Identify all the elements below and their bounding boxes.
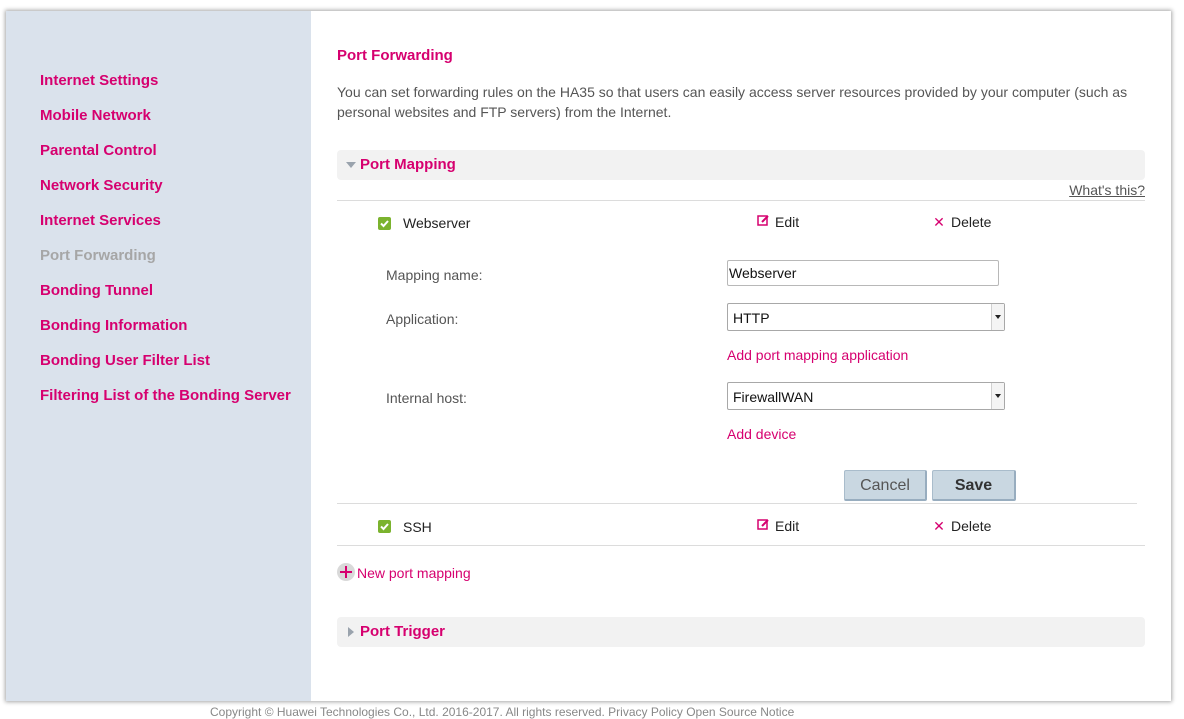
sidebar-item-bonding-tunnel[interactable]: Bonding Tunnel xyxy=(40,273,310,308)
checkbox-checked-icon[interactable] xyxy=(378,520,391,533)
delete-icon: ✕ xyxy=(933,214,945,230)
mapping-row-name: Webserver xyxy=(403,215,471,231)
footer-text: Copyright © Huawei Technologies Co., Ltd… xyxy=(210,705,795,719)
chevron-right-icon xyxy=(348,627,354,637)
main-content: Port Forwarding You can set forwarding r… xyxy=(311,11,1171,701)
dropdown-arrow-icon xyxy=(991,383,1004,409)
sidebar-item-parental-control[interactable]: Parental Control xyxy=(40,133,310,168)
internal-host-select[interactable]: FirewallWAN xyxy=(727,382,1005,410)
checkbox-checked-icon[interactable] xyxy=(378,217,391,230)
delete-label: Delete xyxy=(951,214,992,230)
sidebar-item-bonding-information[interactable]: Bonding Information xyxy=(40,308,310,343)
mapping-name-input[interactable] xyxy=(727,260,999,286)
sidebar-item-internet-services[interactable]: Internet Services xyxy=(40,203,310,238)
sidebar-item-port-forwarding[interactable]: Port Forwarding xyxy=(40,238,310,273)
divider xyxy=(337,200,1145,201)
sidebar-item-filtering-list-bonding-server[interactable]: Filtering List of the Bonding Server xyxy=(40,378,310,413)
port-trigger-section-header[interactable]: Port Trigger xyxy=(337,617,1145,647)
whats-this-link[interactable]: What's this? xyxy=(1069,182,1145,198)
mapping-name-label: Mapping name: xyxy=(386,267,483,283)
edit-button[interactable]: Edit xyxy=(756,214,799,230)
page-intro: You can set forwarding rules on the HA35… xyxy=(337,84,1128,120)
save-button[interactable]: Save xyxy=(932,470,1016,501)
edit-label: Edit xyxy=(775,518,800,534)
delete-button[interactable]: ✕ Delete xyxy=(932,518,991,535)
plus-icon[interactable] xyxy=(337,563,355,581)
mapping-row-name: SSH xyxy=(403,519,432,535)
delete-label: Delete xyxy=(951,518,992,534)
sidebar: Internet Settings Mobile Network Parenta… xyxy=(40,63,310,413)
delete-button[interactable]: ✕ Delete xyxy=(932,214,991,231)
add-port-mapping-application-link[interactable]: Add port mapping application xyxy=(727,347,908,363)
edit-button[interactable]: Edit xyxy=(756,518,799,534)
divider xyxy=(337,545,1145,546)
application-label: Application: xyxy=(386,311,459,327)
sidebar-item-bonding-user-filter-list[interactable]: Bonding User Filter List xyxy=(40,343,310,378)
delete-icon: ✕ xyxy=(933,518,945,534)
application-select-value: HTTP xyxy=(733,310,770,326)
internal-host-label: Internal host: xyxy=(386,390,467,406)
port-mapping-heading: Port Mapping xyxy=(360,156,456,173)
application-select[interactable]: HTTP xyxy=(727,303,1005,331)
dropdown-arrow-icon xyxy=(991,304,1004,330)
edit-icon xyxy=(756,214,770,230)
new-port-mapping-link[interactable]: New port mapping xyxy=(357,565,471,581)
edit-label: Edit xyxy=(775,214,800,230)
port-trigger-heading: Port Trigger xyxy=(360,623,446,640)
port-mapping-section-header[interactable]: Port Mapping xyxy=(337,150,1145,180)
chevron-down-icon xyxy=(346,162,356,168)
divider xyxy=(337,503,1137,504)
sidebar-item-internet-settings[interactable]: Internet Settings xyxy=(40,63,310,98)
add-device-link[interactable]: Add device xyxy=(727,426,796,442)
edit-icon xyxy=(756,518,770,534)
sidebar-item-network-security[interactable]: Network Security xyxy=(40,168,310,203)
page-title: Port Forwarding xyxy=(337,47,453,64)
cancel-button[interactable]: Cancel xyxy=(844,470,927,501)
sidebar-item-mobile-network[interactable]: Mobile Network xyxy=(40,98,310,133)
internal-host-select-value: FirewallWAN xyxy=(733,389,814,405)
